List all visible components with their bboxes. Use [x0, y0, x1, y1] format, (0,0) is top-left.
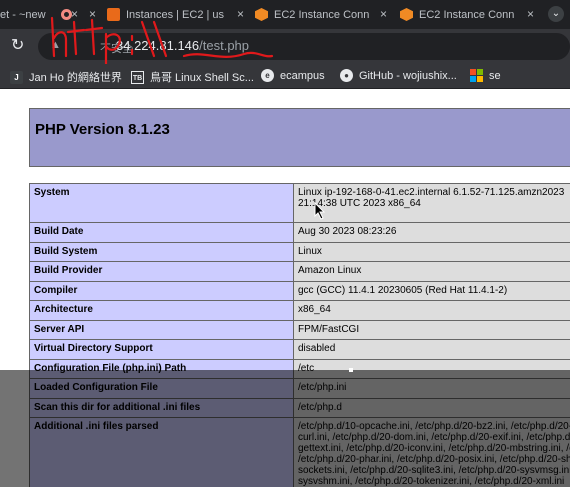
tab-recording[interactable]: ×: [57, 0, 102, 29]
tab-ec2-connect-2[interactable]: EC2 Instance Conn ×: [400, 0, 540, 29]
reload-icon[interactable]: ↻: [11, 37, 24, 55]
row-value: FPM/FastCGI: [293, 319, 570, 340]
row-key: Server API: [29, 319, 294, 340]
table-row: System Linux ip-192-168-0-41.ec2.internal…: [29, 183, 570, 223]
tab-label: EC2 Instance Conn: [419, 8, 515, 21]
row-value-line: Aug 30 2023 08:23:26: [298, 226, 397, 237]
tab-strip: et - ~new × × Instances | EC2 | us × EC2…: [0, 0, 570, 29]
tab-search-icon[interactable]: ⌄: [548, 6, 564, 22]
windows-icon: [470, 69, 483, 82]
php-version-header: PHP Version 8.1.23: [29, 108, 570, 167]
row-value-line: Amazon Linux: [298, 265, 362, 276]
selection-handle[interactable]: [349, 368, 353, 372]
aws-ec2-icon: [107, 8, 120, 21]
close-icon[interactable]: ×: [237, 8, 244, 20]
table-row: Build System Linux: [29, 241, 570, 262]
mouse-cursor-icon: [314, 202, 326, 220]
table-row: Architecture x86_64: [29, 300, 570, 321]
tab-label: EC2 Instance Conn: [274, 8, 370, 21]
page-content: PHP Version 8.1.23 System Linux ip-192-16…: [0, 90, 570, 487]
row-value-line: FPM/FastCGI: [298, 323, 360, 335]
bookmark-label: Jan Ho 的網絡世界: [29, 72, 122, 84]
row-key: Virtual Directory Support: [29, 339, 294, 360]
bookmark-label: ecampus: [280, 69, 325, 82]
bookmark-ecampus[interactable]: e ecampus: [261, 69, 325, 82]
row-value: Aug 30 2023 08:23:26: [293, 222, 570, 243]
row-value-line: Linux: [298, 245, 322, 257]
table-row: Compiler gcc (GCC) 11.4.1 20230605 (Red H…: [29, 280, 570, 301]
row-value: gcc (GCC) 11.4.1 20230605 (Red Hat 11.4.…: [293, 280, 570, 301]
url-text[interactable]: 34.224.81.146/test.php: [116, 38, 249, 53]
url-path: /test.php: [199, 38, 250, 53]
close-icon[interactable]: ×: [380, 8, 387, 20]
row-key: Build System: [29, 241, 294, 262]
bookmark-janho[interactable]: J Jan Ho 的網絡世界: [10, 69, 122, 85]
row-key: Build Provider: [29, 261, 294, 282]
github-icon: ●: [340, 69, 353, 82]
row-value-line: disabled: [298, 343, 336, 354]
browser-toolbar: ↻ ▲ 不安全 34.224.81.146/test.php: [0, 29, 570, 64]
not-secure-icon[interactable]: ▲: [50, 39, 61, 51]
bookmarks-bar: J Jan Ho 的網絡世界 TB 鳥哥 Linux Shell Sc... e…: [0, 64, 570, 89]
row-key: System: [29, 183, 294, 223]
row-key: Compiler: [29, 280, 294, 301]
tab-ec2-instances[interactable]: Instances | EC2 | us ×: [107, 0, 250, 29]
row-value: disabled: [293, 339, 570, 360]
row-value: Amazon Linux: [293, 261, 570, 282]
row-value-line: x86_64: [298, 304, 331, 315]
table-row: Build Date Aug 30 2023 08:23:26: [29, 222, 570, 243]
table-row: Server API FPM/FastCGI: [29, 319, 570, 340]
bookmark-label: 鳥哥 Linux Shell Sc...: [150, 72, 254, 84]
page-title: PHP Version 8.1.23: [35, 121, 170, 138]
row-value: x86_64: [293, 300, 570, 321]
bookmark-tb-icon: TB: [131, 70, 144, 84]
row-key: Build Date: [29, 222, 294, 243]
bookmark-label: GitHub - wojiushix...: [359, 69, 457, 82]
bookmark-j-icon: J: [10, 70, 23, 84]
selection-dim-overlay: [0, 370, 570, 487]
tab-label: Instances | EC2 | us: [126, 8, 225, 21]
table-row: Build Provider Amazon Linux: [29, 261, 570, 282]
url-host: 34.224.81.146: [116, 38, 200, 53]
bookmark-linux-shell[interactable]: TB 鳥哥 Linux Shell Sc...: [131, 69, 254, 85]
close-icon[interactable]: ×: [89, 8, 96, 20]
bookmark-label: se: [489, 69, 501, 82]
tab-label: et - ~new: [0, 8, 46, 21]
bookmark-e-icon: e: [261, 69, 274, 82]
tab-ec2-connect-1[interactable]: EC2 Instance Conn ×: [255, 0, 393, 29]
row-value: Linux ip-192-168-0-41.ec2.internal 6.1.5…: [293, 183, 570, 223]
address-bar[interactable]: ▲ 不安全 34.224.81.146/test.php: [38, 33, 570, 60]
row-value-line: 21:14:38 UTC 2023 x86_64: [298, 198, 421, 209]
row-value-line: gcc (GCC) 11.4.1 20230605 (Red Hat 11.4.…: [298, 284, 508, 296]
row-value: Linux: [293, 241, 570, 262]
close-icon[interactable]: ×: [527, 8, 534, 20]
table-row: Virtual Directory Support disabled: [29, 339, 570, 360]
row-value-line: Linux ip-192-168-0-41.ec2.internal 6.1.5…: [298, 187, 565, 198]
record-icon: [61, 9, 72, 20]
bookmark-github[interactable]: ● GitHub - wojiushix...: [340, 69, 457, 82]
aws-icon: [400, 8, 413, 21]
row-key: Architecture: [29, 300, 294, 321]
bookmark-se[interactable]: se: [470, 69, 501, 82]
aws-icon: [255, 8, 268, 21]
